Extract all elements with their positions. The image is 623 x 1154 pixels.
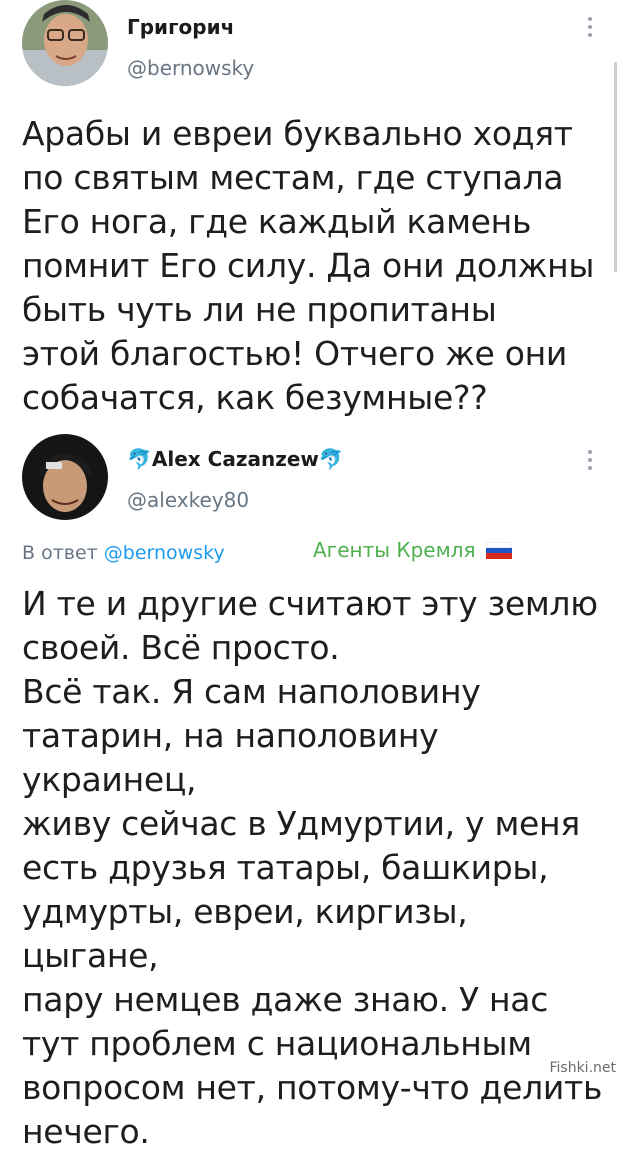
reply-prefix: В ответ: [22, 542, 98, 564]
tweet-text: И те и другие считают эту землю своей. В…: [22, 584, 603, 1151]
watermark: Fishki.net: [546, 1060, 619, 1076]
avatar-alex-image: [22, 434, 108, 520]
agents-badge: Агенты Кремля: [313, 538, 512, 562]
avatar-grigorich-image: [22, 0, 108, 86]
avatar-grigorich[interactable]: [22, 0, 108, 86]
author-name: Alex Cazanzew: [151, 447, 319, 471]
author-name-line[interactable]: 🐬Alex Cazanzew🐬: [127, 447, 344, 471]
tweet-text: Арабы и евреи буквально ходят по святым …: [22, 114, 595, 417]
more-vertical-icon[interactable]: [588, 450, 592, 474]
author-name[interactable]: Григорич: [127, 15, 234, 39]
reply-to-line: В ответ @bernowsky: [22, 542, 225, 564]
reply-mention-link[interactable]: @bernowsky: [104, 542, 225, 564]
dolphin-icon: 🐬: [318, 447, 344, 471]
agents-badge-text: Агенты Кремля: [313, 538, 476, 562]
more-vertical-icon[interactable]: [588, 17, 592, 41]
dolphin-icon: 🐬: [127, 447, 152, 471]
author-handle[interactable]: @bernowsky: [127, 56, 254, 80]
avatar-alex[interactable]: [22, 434, 108, 520]
author-handle[interactable]: @alexkey80: [127, 488, 249, 512]
scrollbar[interactable]: [614, 62, 617, 272]
russia-flag-icon: [485, 542, 512, 559]
